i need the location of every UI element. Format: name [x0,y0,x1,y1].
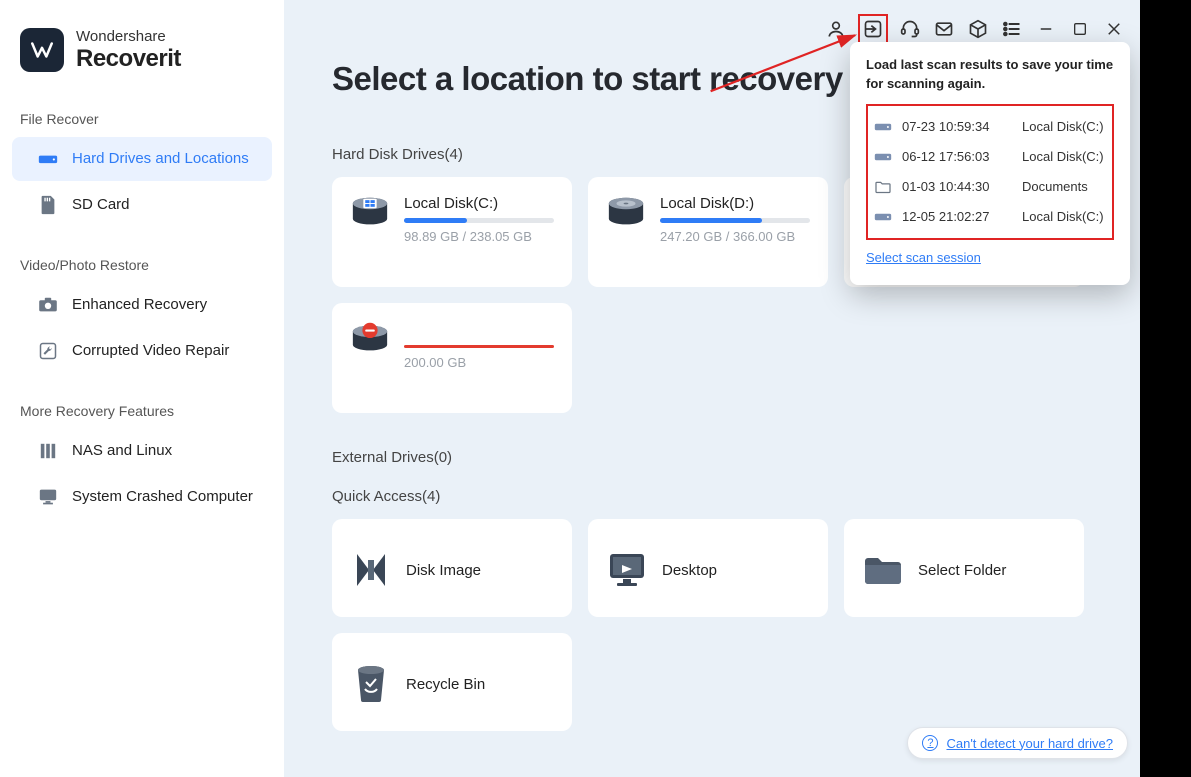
hdd-icon [38,149,58,169]
capacity-bar [404,218,554,223]
capacity-bar [660,218,810,223]
drive-usage: 247.20 GB / 366.00 GB [660,229,810,244]
popup-description: Load last scan results to save your time… [866,56,1114,94]
quick-label: Desktop [662,562,717,579]
session-row[interactable]: 06-12 17:56:03 Local Disk(C:) [872,142,1108,172]
sidebar-item-label: Corrupted Video Repair [72,342,229,359]
list-icon[interactable] [1000,17,1024,41]
sidebar-item-label: Enhanced Recovery [72,296,207,313]
desktop-icon [606,549,648,591]
drive-name [404,321,554,338]
hdd-icon [874,118,892,136]
lost-drive-icon [350,323,390,355]
drive-card-d[interactable]: Local Disk(D:) 247.20 GB / 366.00 GB [588,177,828,287]
session-row[interactable]: 01-03 10:44:30 Documents [872,172,1108,202]
close-icon[interactable] [1102,17,1126,41]
logo-text: Wondershare Recoverit [76,28,181,73]
package-icon[interactable] [966,17,990,41]
trash-icon [350,663,392,705]
mail-icon[interactable] [932,17,956,41]
quick-desktop[interactable]: Desktop [588,519,828,617]
sidebar-item-nas-linux[interactable]: NAS and Linux [12,429,272,473]
user-icon[interactable] [824,17,848,41]
sidebar-item-enhanced-recovery[interactable]: Enhanced Recovery [12,283,272,327]
session-time: 01-03 10:44:30 [902,179,1012,194]
sidebar-section-file-recover: File Recover [0,99,284,135]
popup-sessions-list: 07-23 10:59:34 Local Disk(C:) 06-12 17:5… [866,104,1114,240]
section-external-drives: External Drives(0) [332,449,1140,466]
scan-sessions-popup: Load last scan results to save your time… [850,42,1130,285]
logo-icon [20,28,64,72]
session-location: Local Disk(C:) [1022,209,1104,224]
folder-icon [862,549,904,591]
quick-recycle-bin[interactable]: Recycle Bin [332,633,572,731]
drive-name: Local Disk(C:) [404,195,554,212]
select-scan-session-link[interactable]: Select scan session [866,250,981,265]
sidebar-item-sd-card[interactable]: SD Card [12,183,272,227]
support-icon[interactable] [898,17,922,41]
quick-label: Recycle Bin [406,676,485,693]
sdcard-icon [38,195,58,215]
drive-card-c[interactable]: Local Disk(C:) 98.89 GB / 238.05 GB [332,177,572,287]
session-location: Local Disk(C:) [1022,149,1104,164]
session-time: 06-12 17:56:03 [902,149,1012,164]
session-time: 07-23 10:59:34 [902,119,1012,134]
session-row[interactable]: 07-23 10:59:34 Local Disk(C:) [872,112,1108,142]
capacity-bar [404,344,554,349]
question-icon: ? [922,735,938,751]
session-row[interactable]: 12-05 21:02:27 Local Disk(C:) [872,202,1108,232]
hdd-icon [874,208,892,226]
drive-name: Local Disk(D:) [660,195,810,212]
quick-select-folder[interactable]: Select Folder [844,519,1084,617]
sidebar-item-label: SD Card [72,196,130,213]
server-icon [38,441,58,461]
session-location: Local Disk(C:) [1022,119,1104,134]
sidebar-item-system-crashed[interactable]: System Crashed Computer [12,475,272,519]
section-quick-access: Quick Access(4) [332,488,1140,505]
help-link-label: Can't detect your hard drive? [946,736,1113,751]
quick-disk-image[interactable]: Disk Image [332,519,572,617]
diskimage-icon [350,549,392,591]
minimize-icon[interactable] [1034,17,1058,41]
hdd-icon [874,148,892,166]
drive-usage: 98.89 GB / 238.05 GB [404,229,554,244]
sidebar-item-label: Hard Drives and Locations [72,150,249,167]
drive-usage: 200.00 GB [404,355,554,370]
maximize-icon[interactable] [1068,17,1092,41]
session-location: Documents [1022,179,1088,194]
sidebar-section-video-photo: Video/Photo Restore [0,245,284,281]
session-time: 12-05 21:02:27 [902,209,1012,224]
help-detect-drive-link[interactable]: ? Can't detect your hard drive? [907,727,1128,759]
sidebar-item-label: NAS and Linux [72,442,172,459]
sidebar-section-more: More Recovery Features [0,391,284,427]
quick-label: Select Folder [918,562,1006,579]
folder-icon [874,178,892,196]
monitor-icon [38,487,58,507]
camera-icon [38,295,58,315]
titlebar-icons [824,14,1126,44]
drive-card-lost[interactable]: 200.00 GB [332,303,572,413]
import-session-icon[interactable] [858,14,888,44]
sidebar-item-corrupted-video[interactable]: Corrupted Video Repair [12,329,272,373]
page-title: Select a location to start recovery [332,60,843,98]
sidebar-item-hard-drives[interactable]: Hard Drives and Locations [12,137,272,181]
sidebar-item-label: System Crashed Computer [72,488,253,505]
quick-label: Disk Image [406,562,481,579]
sidebar: Wondershare Recoverit File Recover Hard … [0,0,284,777]
logo: Wondershare Recoverit [0,28,284,99]
wrench-icon [38,341,58,361]
windows-drive-icon [350,197,390,229]
hdd-drive-icon [606,197,646,229]
